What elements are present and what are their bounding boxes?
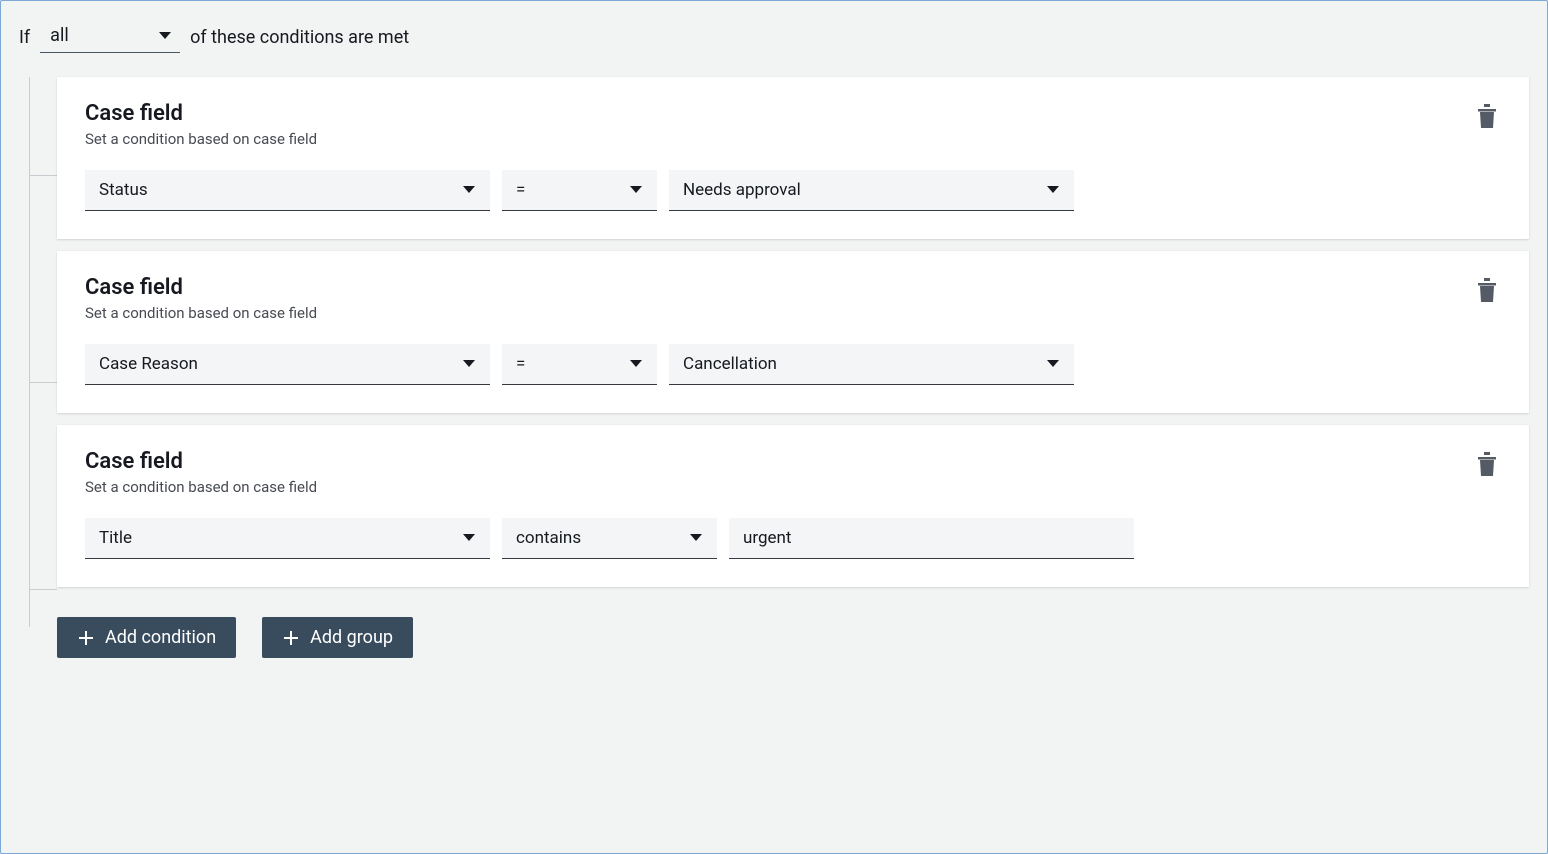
value-text: Needs approval xyxy=(683,180,801,200)
operator-dropdown[interactable]: = xyxy=(502,170,657,211)
chevron-down-icon xyxy=(689,528,703,548)
chevron-down-icon xyxy=(629,180,643,200)
action-buttons: Add condition Add group xyxy=(57,617,1529,658)
value-dropdown[interactable]: Needs approval xyxy=(669,170,1074,211)
card-heading-group: Case field Set a condition based on case… xyxy=(85,101,317,148)
chevron-down-icon xyxy=(462,180,476,200)
chevron-down-icon xyxy=(1046,354,1060,374)
value-dropdown[interactable]: Cancellation xyxy=(669,344,1074,385)
trash-icon xyxy=(1475,451,1499,477)
condition-card: Case field Set a condition based on case… xyxy=(57,425,1529,587)
card-title: Case field xyxy=(85,449,317,474)
condition-card: Case field Set a condition based on case… xyxy=(57,77,1529,239)
card-subtitle: Set a condition based on case field xyxy=(85,130,317,148)
card-subtitle: Set a condition based on case field xyxy=(85,478,317,496)
plus-icon xyxy=(77,629,95,647)
card-header: Case field Set a condition based on case… xyxy=(85,101,1501,148)
trash-icon xyxy=(1475,103,1499,129)
header-suffix: of these conditions are met xyxy=(190,27,409,48)
field-dropdown[interactable]: Title xyxy=(85,518,490,559)
delete-condition-button[interactable] xyxy=(1473,449,1501,483)
chevron-down-icon xyxy=(158,25,172,46)
value-text: Cancellation xyxy=(683,354,777,374)
plus-icon xyxy=(282,629,300,647)
value-input[interactable] xyxy=(729,518,1134,559)
add-condition-button[interactable]: Add condition xyxy=(57,617,236,658)
operator-dropdown[interactable]: contains xyxy=(502,518,717,559)
add-condition-label: Add condition xyxy=(105,627,216,648)
condition-row: Title contains xyxy=(85,518,1501,559)
field-value: Title xyxy=(99,528,132,548)
card-subtitle: Set a condition based on case field xyxy=(85,304,317,322)
tree-connector-vertical xyxy=(29,77,30,627)
chevron-down-icon xyxy=(1046,180,1060,200)
chevron-down-icon xyxy=(462,528,476,548)
condition-card: Case field Set a condition based on case… xyxy=(57,251,1529,413)
card-header: Case field Set a condition based on case… xyxy=(85,275,1501,322)
field-value: Case Reason xyxy=(99,354,198,374)
quantifier-value: all xyxy=(50,25,69,46)
delete-condition-button[interactable] xyxy=(1473,101,1501,135)
tree-connector-horizontal xyxy=(29,175,57,176)
card-heading-group: Case field Set a condition based on case… xyxy=(85,275,317,322)
condition-row: Status = Needs approval xyxy=(85,170,1501,211)
card-header: Case field Set a condition based on case… xyxy=(85,449,1501,496)
field-dropdown[interactable]: Status xyxy=(85,170,490,211)
chevron-down-icon xyxy=(629,354,643,374)
conditions-list: Case field Set a condition based on case… xyxy=(19,77,1529,658)
add-group-button[interactable]: Add group xyxy=(262,617,413,658)
card-heading-group: Case field Set a condition based on case… xyxy=(85,449,317,496)
trash-icon xyxy=(1475,277,1499,303)
condition-header: If all of these conditions are met xyxy=(19,21,1529,53)
card-title: Case field xyxy=(85,101,317,126)
operator-dropdown[interactable]: = xyxy=(502,344,657,385)
tree-connector-horizontal xyxy=(29,382,57,383)
operator-value: = xyxy=(516,354,525,374)
delete-condition-button[interactable] xyxy=(1473,275,1501,309)
header-prefix: If xyxy=(19,27,30,48)
field-dropdown[interactable]: Case Reason xyxy=(85,344,490,385)
field-value: Status xyxy=(99,180,148,200)
quantifier-dropdown[interactable]: all xyxy=(40,21,180,53)
operator-value: contains xyxy=(516,528,581,548)
chevron-down-icon xyxy=(462,354,476,374)
add-group-label: Add group xyxy=(310,627,393,648)
rules-builder-panel: If all of these conditions are met Case … xyxy=(0,0,1548,854)
tree-connector-horizontal xyxy=(29,589,57,590)
operator-value: = xyxy=(516,180,525,200)
card-title: Case field xyxy=(85,275,317,300)
condition-row: Case Reason = Cancellation xyxy=(85,344,1501,385)
